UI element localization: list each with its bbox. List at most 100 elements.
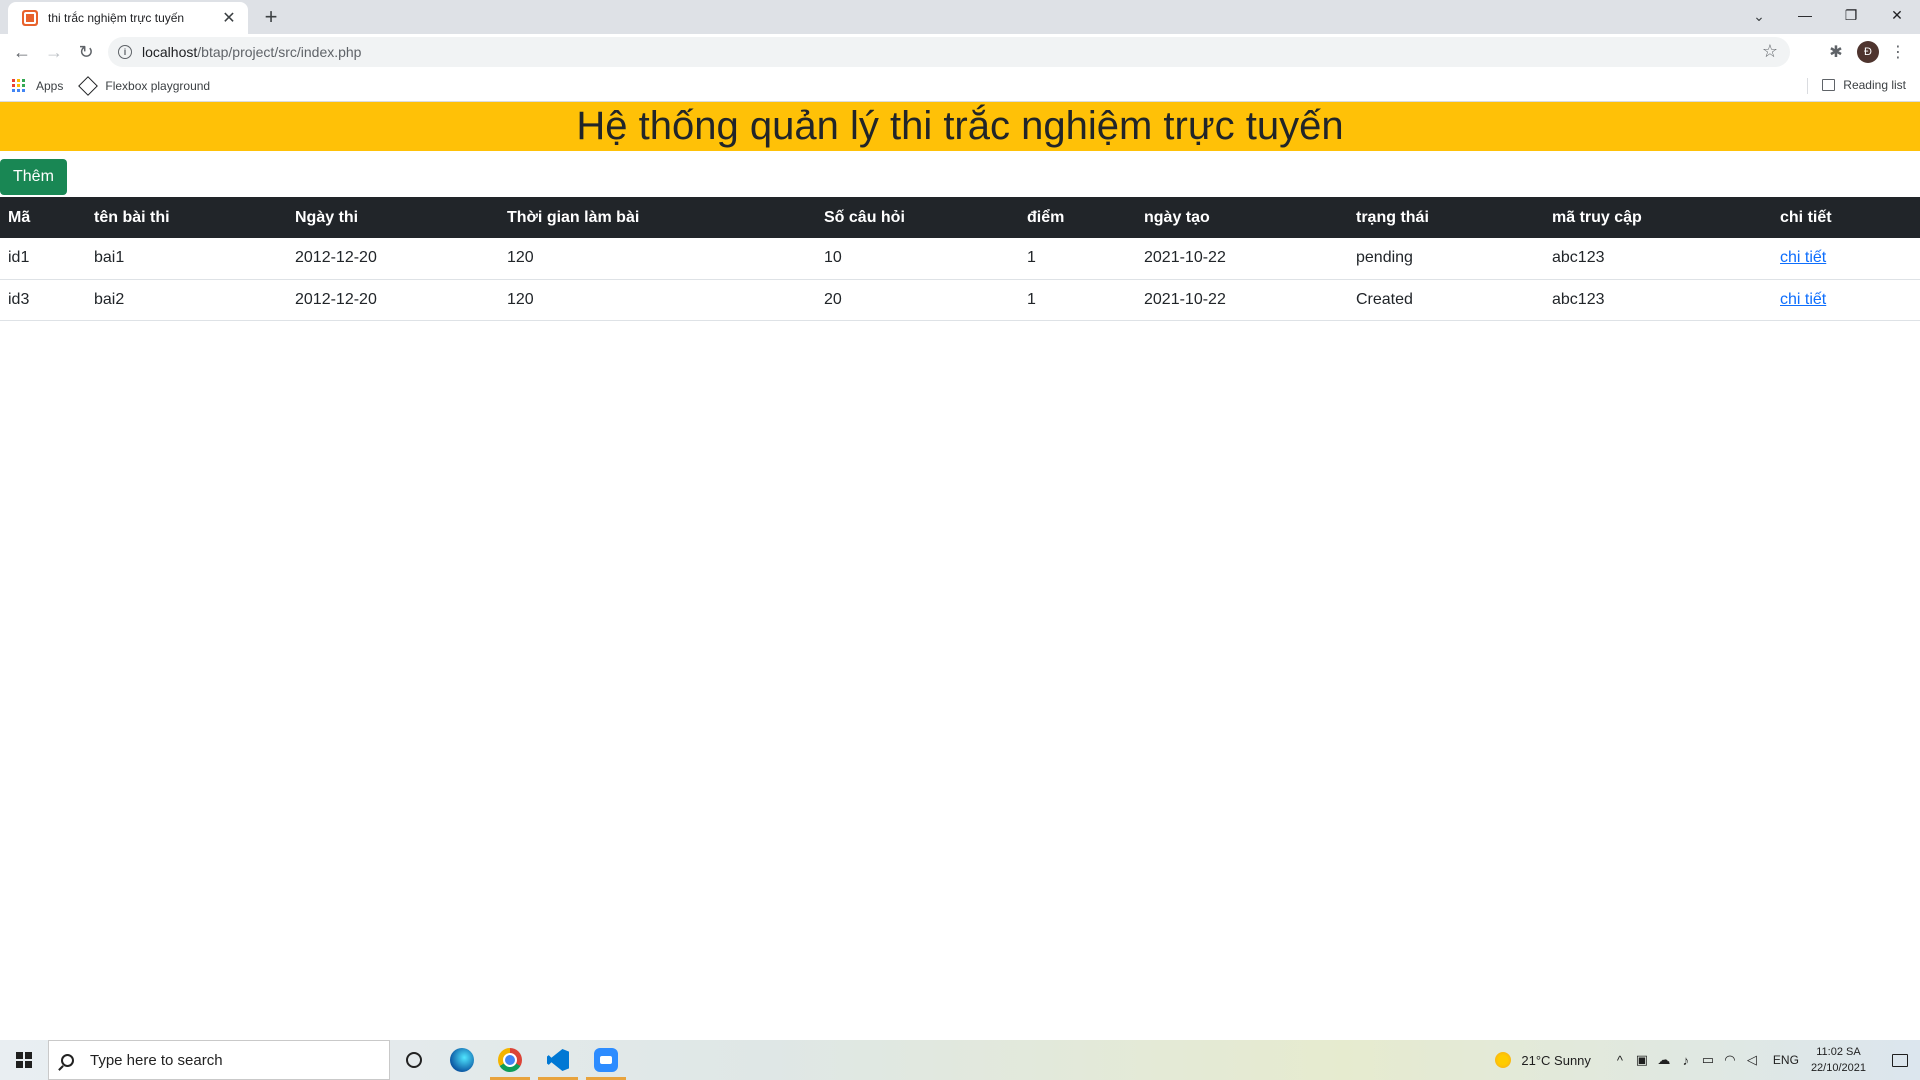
cell-ma: id1 [0,238,86,280]
table-row: id3 bai2 2012-12-20 120 20 1 2021-10-22 … [0,279,1920,321]
cell-ten-bai-thi: bai1 [86,238,287,280]
close-tab-icon[interactable]: ✕ [220,8,238,28]
browser-toolbar: ← → ↻ i localhost/btap/project/src/index… [0,34,1920,70]
xampp-favicon-icon [22,10,38,26]
forward-arrow-icon[interactable]: → [38,36,70,68]
language-indicator[interactable]: ENG [1773,1053,1799,1067]
cell-ma: id3 [0,279,86,321]
page-content: Hệ thống quản lý thi trắc nghiệm trực tu… [0,102,1920,1040]
cell-chi-tiet: chi tiết [1772,238,1920,280]
page-title: Hệ thống quản lý thi trắc nghiệm trực tu… [576,104,1344,148]
bookmarks-bar: Apps Flexbox playground Reading list [0,70,1920,102]
column-header-so-cau-hoi: Số câu hỏi [824,208,905,226]
edge-taskbar-button[interactable] [438,1040,486,1080]
back-arrow-icon[interactable]: ← [6,36,38,68]
reading-list-button[interactable]: Reading list [1822,78,1906,92]
system-tray: 21°C Sunny ^ ▣ ☁ ♪ ▭ ◠ ◁ ENG 11:02 SA 22… [1495,1040,1920,1080]
tab-search-chevron-icon[interactable]: ⌄ [1744,4,1774,28]
bookmark-apps[interactable]: Apps [12,78,64,93]
speaker-icon[interactable]: ◁ [1741,1052,1763,1068]
taskbar-search[interactable]: Type here to search [48,1040,390,1080]
bookmark-label: Apps [36,78,64,93]
column-header-ten-bai-thi: tên bài thi [94,208,170,226]
cell-thoi-gian: 120 [499,238,816,280]
profile-avatar[interactable]: Đ [1857,41,1879,63]
vscode-icon [547,1049,569,1071]
toolbar-right: ✱ Đ ⋮ [1820,36,1912,68]
battery-icon[interactable]: ▭ [1697,1052,1719,1068]
search-placeholder: Type here to search [90,1051,223,1069]
cell-thoi-gian: 120 [499,279,816,321]
cell-diem: 1 [1019,279,1136,321]
vscode-taskbar-button[interactable] [534,1040,582,1080]
weather-widget[interactable]: 21°C Sunny [1521,1053,1591,1068]
chrome-icon [498,1048,522,1072]
wifi-icon[interactable]: ◠ [1719,1052,1741,1068]
new-tab-button[interactable]: + [258,4,284,30]
codepen-icon [78,75,99,96]
microphone-icon[interactable]: ♪ [1675,1053,1697,1068]
detail-link[interactable]: chi tiết [1780,249,1826,266]
chevron-up-icon[interactable]: ^ [1609,1053,1631,1068]
cortana-icon [406,1052,422,1068]
zoom-taskbar-button[interactable] [582,1040,630,1080]
restore-icon[interactable]: ❐ [1828,0,1874,30]
bookmark-star-icon[interactable]: ☆ [1762,41,1778,62]
column-header-thoi-gian: Thời gian làm bài [507,208,640,226]
column-header-ma: Mã [8,208,31,226]
sun-weather-icon [1495,1052,1512,1068]
column-header-ma-truy-cap: mã truy cập [1552,208,1642,226]
chrome-taskbar-button[interactable] [486,1040,534,1080]
apps-grid-icon [12,78,26,93]
column-header-ngay-thi: Ngày thi [295,208,359,226]
cell-ten-bai-thi: bai2 [86,279,287,321]
clock-time: 11:02 SA [1816,1046,1861,1058]
cell-so-cau-hoi: 20 [816,279,1019,321]
notification-icon [1892,1053,1908,1067]
zoom-icon [594,1048,618,1072]
table-row: id1 bai1 2012-12-20 120 10 1 2021-10-22 … [0,238,1920,280]
notification-center-button[interactable] [1880,1040,1920,1080]
bookmark-flexbox-playground[interactable]: Flexbox playground [78,75,211,96]
start-button[interactable] [0,1040,48,1080]
meet-now-icon[interactable]: ▣ [1631,1052,1653,1068]
add-button[interactable]: Thêm [0,159,67,195]
table-header-row: Mã tên bài thi Ngày thi Thời gian làm bà… [0,197,1920,238]
close-window-icon[interactable]: ✕ [1874,0,1920,30]
exam-table: Mã tên bài thi Ngày thi Thời gian làm bà… [0,197,1920,321]
header-banner: Hệ thống quản lý thi trắc nghiệm trực tu… [0,102,1920,151]
extensions-puzzle-icon[interactable]: ✱ [1820,36,1852,68]
onedrive-cloud-icon[interactable]: ☁ [1653,1052,1675,1068]
column-header-diem: điểm [1027,208,1065,226]
clock-date: 22/10/2021 [1810,1062,1866,1074]
detail-link[interactable]: chi tiết [1780,291,1826,308]
column-header-ngay-tao: ngày tạo [1144,208,1210,226]
url-text: localhost/btap/project/src/index.php [142,44,362,60]
cell-so-cau-hoi: 10 [816,238,1019,280]
windows-logo-icon [16,1052,32,1068]
search-icon [61,1053,74,1067]
tab-title: thi trắc nghiệm trực tuyến [48,11,185,25]
cell-ngay-thi: 2012-12-20 [287,279,499,321]
window-controls: — ❐ ✕ [1782,0,1920,30]
edge-icon [450,1048,474,1072]
reading-list-icon [1822,79,1836,91]
browser-tab-strip: thi trắc nghiệm trực tuyến ✕ + ⌄ — ❐ ✕ [0,0,1920,34]
address-bar[interactable]: i localhost/btap/project/src/index.php ☆ [108,37,1790,67]
windows-taskbar: Type here to search 21°C Sunny ^ ▣ ☁ ♪ ▭… [0,1040,1920,1080]
clock[interactable]: 11:02 SA 22/10/2021 [1811,1044,1866,1076]
site-info-icon[interactable]: i [118,45,132,59]
minimize-icon[interactable]: — [1782,0,1828,30]
reading-list-label: Reading list [1843,78,1906,92]
bookmark-label: Flexbox playground [105,78,211,93]
cell-trang-thai: pending [1348,238,1544,280]
browser-menu-icon[interactable]: ⋮ [1884,36,1912,68]
cell-ngay-tao: 2021-10-22 [1136,238,1348,280]
reload-icon[interactable]: ↻ [70,36,102,68]
column-header-trang-thai: trạng thái [1356,208,1429,226]
cell-ma-truy-cap: abc123 [1544,279,1772,321]
task-view-button[interactable] [390,1040,438,1080]
cell-trang-thai: Created [1348,279,1544,321]
column-header-chi-tiet: chi tiết [1780,208,1832,226]
browser-tab[interactable]: thi trắc nghiệm trực tuyến ✕ [8,2,248,34]
